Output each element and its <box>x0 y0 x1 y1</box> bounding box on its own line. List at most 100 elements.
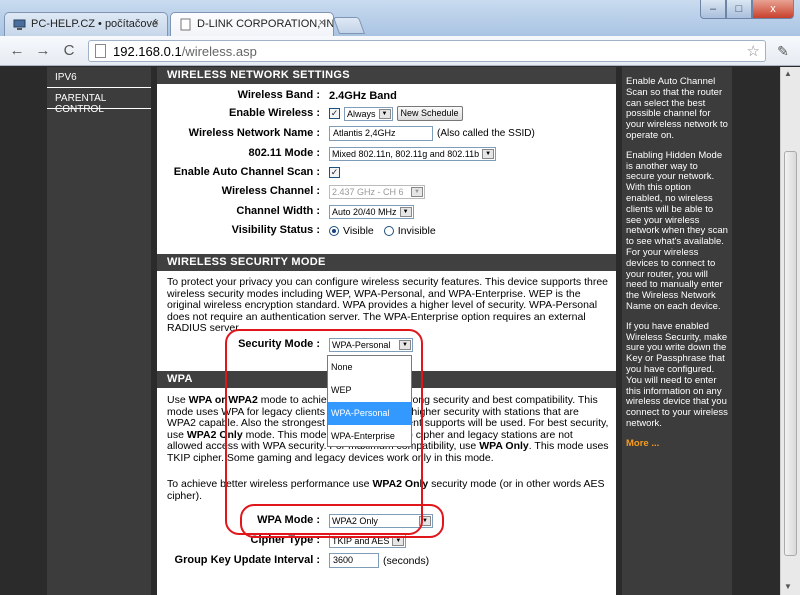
tab-dlink[interactable]: D-LINK CORPORATION, IN × <box>170 12 334 36</box>
address-bar[interactable]: 192.168.0.1/wireless.asp ☆ <box>88 40 766 62</box>
security-mode-row: Security Mode : WPA-Personal ▼ <box>157 335 616 354</box>
scroll-down-icon[interactable]: ▼ <box>784 582 792 591</box>
url-text: 192.168.0.1/wireless.asp <box>113 44 257 59</box>
tab-pc-help[interactable]: PC-HELP.CZ • počítačové × <box>4 12 168 36</box>
left-nav: IPV6 PARENTAL CONTROL <box>47 67 151 595</box>
url-path: /wireless.asp <box>181 44 257 59</box>
cipher-type-row: Cipher Type : TKIP and AES ▼ <box>157 531 616 550</box>
browser-toolbar: ← → C 192.168.0.1/wireless.asp ☆ ✎ <box>0 36 800 66</box>
security-mode-value: WPA-Personal <box>332 339 391 350</box>
wireless-channel-row: Wireless Channel : 2.437 GHz - CH 6 ▼ <box>157 182 616 201</box>
main-content: WIRELESS NETWORK SETTINGS Wireless Band … <box>157 67 616 595</box>
group-key-input[interactable]: 3600 <box>329 553 379 568</box>
help-more-link[interactable]: More ... <box>626 438 728 450</box>
scroll-up-icon[interactable]: ▲ <box>784 69 792 78</box>
browser-titlebar: PC-HELP.CZ • počítačové × D-LINK CORPORA… <box>0 0 800 36</box>
wireless-channel-value: 2.437 GHz - CH 6 <box>332 186 404 197</box>
wpa-mode-value: WPA2 Only <box>332 515 378 526</box>
mode-80211-label: 802.11 Mode : <box>248 147 320 159</box>
security-option-wpa-enterprise[interactable]: WPA-Enterprise <box>328 425 411 448</box>
wpa-text-bold: WPA2 Only <box>186 428 243 441</box>
url-host: 192.168.0.1 <box>113 44 182 59</box>
channel-width-row: Channel Width : Auto 20/40 MHz ▼ <box>157 202 616 221</box>
new-schedule-button[interactable]: New Schedule <box>396 106 463 121</box>
maximize-button[interactable]: □ <box>726 0 752 19</box>
chevron-down-icon: ▼ <box>411 186 423 197</box>
group-key-unit: (seconds) <box>383 554 430 567</box>
bookmark-star-icon[interactable]: ☆ <box>747 42 760 60</box>
auto-channel-label: Enable Auto Channel Scan : <box>173 166 320 178</box>
wpa-tip-bold: WPA2 Only <box>372 478 429 490</box>
security-mode-heading: WIRELESS SECURITY MODE <box>157 254 616 271</box>
page-scrollbar[interactable]: ▲ ▼ <box>780 67 800 595</box>
enable-wireless-row: Enable Wireless : ✓ Always ▼ New Schedule <box>157 104 616 123</box>
chevron-down-icon: ▼ <box>399 339 411 350</box>
security-mode-select[interactable]: WPA-Personal ▼ <box>329 337 413 352</box>
help-panel: Enable Auto Channel Scan so that the rou… <box>622 67 732 595</box>
ssid-row: Wireless Network Name : Atlantis 2,4GHz … <box>157 124 616 143</box>
cipher-type-value: TKIP and AES <box>332 535 390 546</box>
tab-title: D-LINK CORPORATION, IN <box>197 18 334 30</box>
security-option-wep[interactable]: WEP <box>328 379 411 402</box>
schedule-value: Always <box>347 108 376 119</box>
wireless-band-value: 2.4GHz Band <box>329 89 397 102</box>
chevron-down-icon: ▼ <box>399 206 412 217</box>
visible-radio[interactable] <box>329 225 339 236</box>
auto-channel-checkbox[interactable]: ✓ <box>329 167 340 178</box>
mode-80211-select[interactable]: Mixed 802.11n, 802.11g and 802.11b ▼ <box>329 146 497 161</box>
help-auto-channel: Enable Auto Channel Scan so that the rou… <box>626 76 728 141</box>
channel-width-label: Channel Width : <box>236 205 320 217</box>
wireless-channel-label: Wireless Channel : <box>221 185 320 197</box>
forward-arrow-icon[interactable]: → <box>34 42 52 60</box>
wpa-text: Use <box>167 394 189 406</box>
mode-80211-value: Mixed 802.11n, 802.11g and 802.11b <box>332 148 480 159</box>
channel-width-select[interactable]: Auto 20/40 MHz ▼ <box>329 204 414 219</box>
page-icon <box>179 18 192 31</box>
ssid-input[interactable]: Atlantis 2,4GHz <box>329 126 433 141</box>
page-icon <box>95 44 106 58</box>
close-window-button[interactable]: x <box>752 0 794 19</box>
scrollbar-thumb[interactable] <box>784 151 797 556</box>
router-page: IPV6 PARENTAL CONTROL WIRELESS NETWORK S… <box>0 67 780 595</box>
security-option-none[interactable]: None <box>328 356 411 379</box>
wpa-text-bold: WPA Only <box>479 440 529 452</box>
invisible-option-label: Invisible <box>397 224 436 237</box>
wpa-mode-row: WPA Mode : WPA2 Only ▼ <box>157 511 616 530</box>
visible-option-label: Visible <box>343 224 374 237</box>
security-mode-dropdown-list: None WEP WPA-Personal WPA-Enterprise <box>327 355 412 447</box>
visibility-label: Visibility Status : <box>231 224 320 236</box>
cipher-type-select[interactable]: TKIP and AES ▼ <box>329 533 407 548</box>
chevron-down-icon: ▼ <box>482 148 495 159</box>
minimize-button[interactable]: – <box>700 0 726 19</box>
close-icon[interactable]: × <box>153 17 159 29</box>
monitor-icon <box>13 18 26 31</box>
enable-wireless-checkbox[interactable]: ✓ <box>329 108 340 119</box>
chevron-down-icon: ▼ <box>419 515 431 526</box>
nav-item-ipv6[interactable]: IPV6 <box>47 67 151 88</box>
help-hidden-mode: Enabling Hidden Mode is another way to s… <box>626 149 728 312</box>
wpa-mode-label: WPA Mode : <box>257 514 320 526</box>
group-key-label: Group Key Update Interval : <box>174 554 320 566</box>
enable-wireless-label: Enable Wireless : <box>229 107 320 119</box>
wireless-band-label: Wireless Band : <box>237 89 320 101</box>
wireless-channel-select[interactable]: 2.437 GHz - CH 6 ▼ <box>329 184 425 199</box>
help-security: If you have enabled Wireless Security, m… <box>626 320 728 429</box>
new-tab-button[interactable] <box>332 17 366 34</box>
back-arrow-icon[interactable]: ← <box>8 42 26 60</box>
nav-item-parental-control[interactable]: PARENTAL CONTROL <box>47 88 151 115</box>
invisible-radio[interactable] <box>383 225 394 236</box>
visibility-row: Visibility Status : Visible Invisible <box>157 221 616 240</box>
ssid-label: Wireless Network Name : <box>188 127 320 139</box>
tab-title: PC-HELP.CZ • počítačové <box>31 18 159 30</box>
wpa-mode-select[interactable]: WPA2 Only ▼ <box>329 513 433 528</box>
security-option-wpa-personal[interactable]: WPA-Personal <box>328 402 411 425</box>
wireless-settings-heading: WIRELESS NETWORK SETTINGS <box>157 67 616 84</box>
group-key-row: Group Key Update Interval : 3600 (second… <box>157 551 616 570</box>
wpa-tip-text: To achieve better wireless performance u… <box>167 478 373 490</box>
window-controls: – □ x <box>700 0 794 19</box>
schedule-select[interactable]: Always ▼ <box>344 106 393 121</box>
close-icon[interactable]: × <box>319 17 325 29</box>
chevron-down-icon: ▼ <box>392 535 405 546</box>
wrench-icon[interactable]: ✎ <box>774 43 792 59</box>
reload-icon[interactable]: C <box>60 42 78 60</box>
